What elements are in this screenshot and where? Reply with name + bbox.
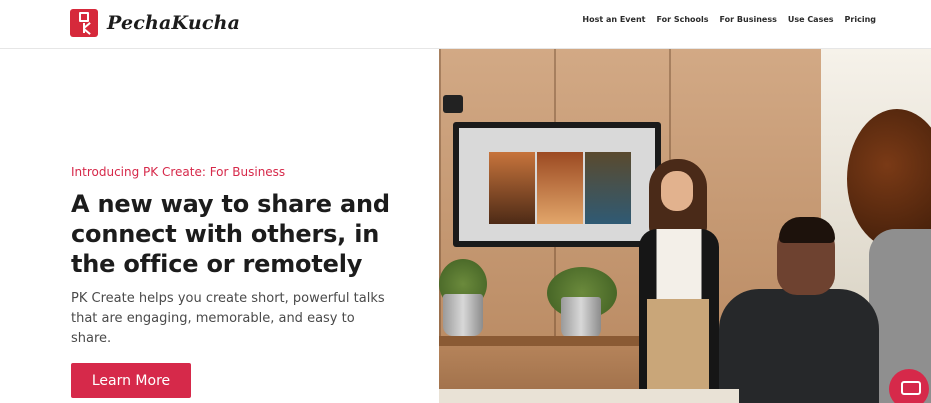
main-nav: Host an Event For Schools For Business U… xyxy=(582,15,876,24)
nav-pricing[interactable]: Pricing xyxy=(845,15,876,24)
brand-wordmark: PechaKucha xyxy=(107,12,241,34)
hero-headline: A new way to share and connect with othe… xyxy=(71,190,390,278)
hero-photo xyxy=(439,49,931,403)
nav-host-an-event[interactable]: Host an Event xyxy=(582,15,645,24)
hero-eyebrow: Introducing PK Create: For Business xyxy=(71,165,286,179)
site-header: PechaKucha Host an Event For Schools For… xyxy=(0,0,931,49)
hero-copy: Introducing PK Create: For Business A ne… xyxy=(71,165,431,349)
presentation-screen xyxy=(453,122,661,247)
pk-logo-icon xyxy=(70,9,98,37)
learn-more-button[interactable]: Learn More xyxy=(71,363,191,398)
chat-icon[interactable] xyxy=(889,369,929,403)
hero-subcopy: PK Create helps you create short, powerf… xyxy=(71,291,385,346)
webcam-icon xyxy=(443,95,463,113)
brand-logo[interactable]: PechaKucha xyxy=(70,9,240,37)
nav-use-cases[interactable]: Use Cases xyxy=(788,15,834,24)
nav-for-business[interactable]: For Business xyxy=(720,15,777,24)
nav-for-schools[interactable]: For Schools xyxy=(656,15,708,24)
